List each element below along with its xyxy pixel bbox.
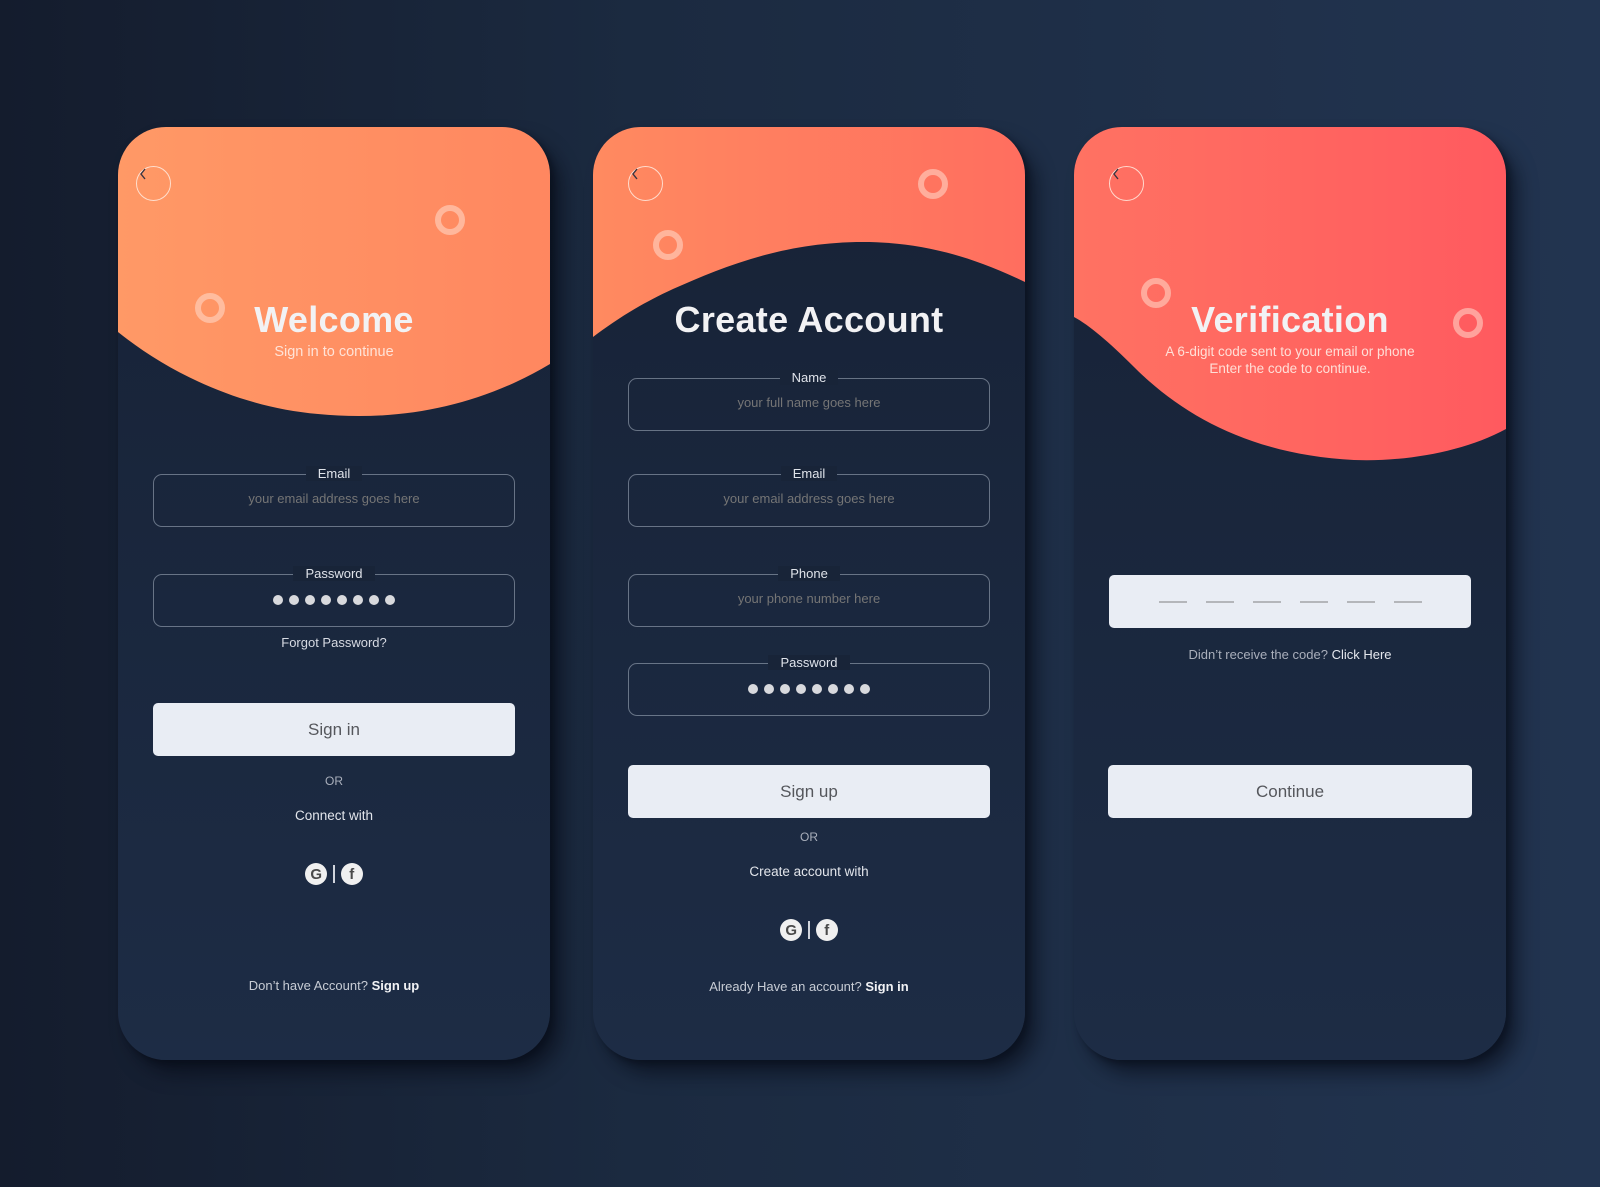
resend-prompt-text: Didn’t receive the code?: [1188, 647, 1328, 662]
hero-wave: [593, 127, 1025, 337]
social-login: G f: [118, 863, 550, 885]
back-button[interactable]: [1109, 166, 1144, 201]
password-field[interactable]: Password: [153, 566, 515, 627]
phone-field[interactable]: Phone: [628, 566, 990, 627]
signin-prompt: Already Have an account? Sign in: [593, 979, 1025, 994]
facebook-icon[interactable]: f: [815, 919, 838, 941]
chevron-left-icon: [140, 168, 146, 180]
code-digit-slot: [1158, 600, 1187, 603]
email-label: Email: [780, 466, 838, 481]
code-digit-slot: [1299, 600, 1328, 603]
email-input[interactable]: [154, 491, 514, 506]
email-field[interactable]: Email: [153, 466, 515, 527]
social-separator: [808, 921, 810, 939]
google-icon[interactable]: G: [305, 863, 328, 885]
code-digit-slot: [1393, 600, 1422, 603]
verification-hero: Verification A 6-digit code sent to your…: [1074, 127, 1506, 607]
hero-wave: [118, 127, 550, 417]
back-button[interactable]: [136, 166, 171, 201]
chevron-left-icon: [1113, 168, 1119, 180]
code-digit-slot: [1252, 600, 1281, 603]
page-title: Welcome: [254, 299, 414, 340]
page-title: Verification: [1191, 299, 1389, 340]
page-subtitle-line1: A 6-digit code sent to your email or pho…: [1165, 344, 1415, 359]
password-label: Password: [768, 655, 850, 670]
decorative-ring: [918, 169, 948, 199]
page-subtitle: Sign in to continue: [274, 344, 394, 360]
password-label: Password: [293, 566, 375, 581]
code-digit-slot: [1205, 600, 1234, 603]
signin-prompt-text: Already Have an account?: [709, 979, 862, 994]
verification-screen: Verification A 6-digit code sent to your…: [1074, 127, 1506, 1060]
password-field[interactable]: Password: [628, 655, 990, 716]
decorative-ring: [435, 205, 465, 235]
password-masked-value[interactable]: [629, 684, 989, 694]
or-divider: OR: [800, 830, 818, 844]
name-label: Name: [779, 370, 839, 385]
sign-in-button[interactable]: Sign in: [153, 703, 515, 756]
welcome-hero: Welcome Sign in to continue: [118, 127, 550, 607]
facebook-icon[interactable]: f: [340, 863, 363, 885]
verification-code-input[interactable]: [1109, 575, 1471, 628]
email-field[interactable]: Email: [628, 466, 990, 527]
create-account-hero: Create Account: [593, 127, 1025, 607]
decorative-ring: [653, 230, 683, 260]
welcome-screen: Welcome Sign in to continue Email Passwo…: [118, 127, 550, 1060]
resend-prompt: Didn’t receive the code? Click Here: [1074, 647, 1506, 662]
phone-label: Phone: [778, 566, 840, 581]
page-title: Create Account: [674, 299, 944, 340]
continue-button[interactable]: Continue: [1108, 765, 1472, 818]
email-label: Email: [305, 466, 363, 481]
phone-input[interactable]: [629, 591, 989, 606]
connect-with-label: Connect with: [294, 808, 374, 823]
create-account-screen: Create Account Name Email Phone Password…: [593, 127, 1025, 1060]
social-separator: [333, 865, 335, 883]
resend-code-link[interactable]: Click Here: [1332, 647, 1392, 662]
name-input[interactable]: [629, 395, 989, 410]
code-digit-slot: [1346, 600, 1375, 603]
chevron-left-icon: [632, 168, 638, 180]
page-subtitle-line2: Enter the code to continue.: [1209, 361, 1371, 376]
signup-prompt-text: Don’t have Account?: [248, 978, 368, 993]
or-divider: OR: [325, 774, 343, 788]
sign-up-link[interactable]: Sign up: [372, 978, 420, 993]
signup-prompt: Don’t have Account? Sign up: [118, 978, 550, 993]
create-account-with-label: Create account with: [749, 864, 869, 879]
google-icon[interactable]: G: [780, 919, 803, 941]
forgot-password-link[interactable]: Forgot Password?: [118, 635, 550, 650]
back-button[interactable]: [628, 166, 663, 201]
name-field[interactable]: Name: [628, 370, 990, 431]
sign-in-link[interactable]: Sign in: [865, 979, 908, 994]
sign-up-button[interactable]: Sign up: [628, 765, 990, 818]
email-input[interactable]: [629, 491, 989, 506]
social-login: G f: [593, 919, 1025, 941]
password-masked-value[interactable]: [154, 595, 514, 605]
